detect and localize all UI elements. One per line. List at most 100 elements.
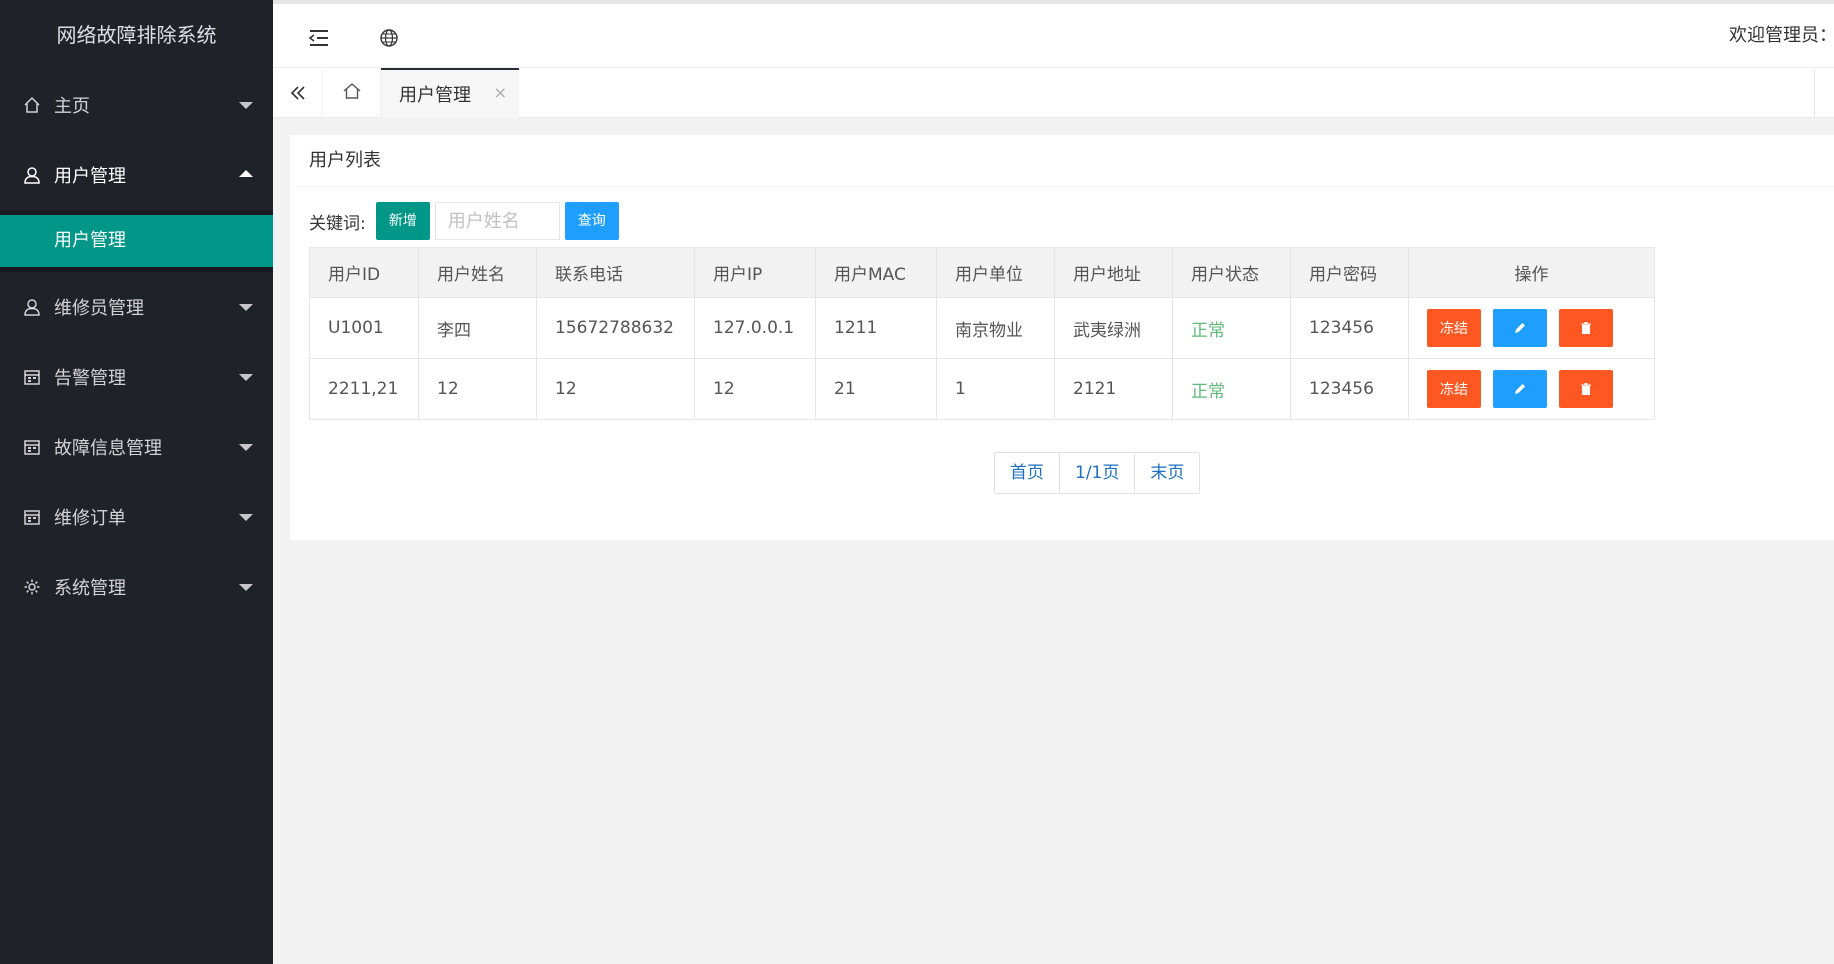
chevron-down-icon [239, 514, 253, 521]
cell-address: 2121 [1054, 358, 1173, 420]
tab-home[interactable] [323, 68, 381, 118]
delete-button[interactable] [1559, 370, 1613, 408]
calendar-icon [22, 507, 42, 527]
cell-user-id: 2211,21 [309, 358, 419, 420]
sidebar-item-label: 维修员管理 [54, 298, 144, 319]
sidebar-item-users[interactable]: 用户管理 [0, 140, 273, 210]
cell-user-id: U1001 [309, 297, 419, 359]
sidebar-item-alarms[interactable]: 告警管理 [0, 342, 273, 412]
trash-icon [1581, 383, 1591, 395]
column-header: 用户MAC [815, 247, 937, 298]
trash-icon [1581, 322, 1591, 334]
column-header: 操作 [1408, 247, 1655, 298]
table-header-row: 用户ID 用户姓名 联系电话 用户IP 用户MAC 用户单位 用户地址 用户状态… [309, 247, 1655, 298]
cell-ip: 12 [694, 358, 816, 420]
pagination: 首页 1/1页 末页 [994, 452, 1201, 494]
cell-status: 正常 [1172, 358, 1291, 420]
column-header: 用户IP [694, 247, 816, 298]
chevron-down-icon [239, 102, 253, 109]
user-list-card: 用户列表 关键词: 新增 查询 用户ID 用户姓名 联系电话 用户IP 用户MA… [290, 135, 1834, 540]
sidebar-item-fault-info[interactable]: 故障信息管理 [0, 412, 273, 482]
sidebar-item-system[interactable]: 系统管理 [0, 552, 273, 622]
cell-user-name: 12 [418, 358, 537, 420]
cell-phone: 12 [536, 358, 695, 420]
cell-unit: 南京物业 [936, 297, 1055, 359]
chevron-down-icon [239, 584, 253, 591]
sidebar-item-repairmen[interactable]: 维修员管理 [0, 272, 273, 342]
column-header: 用户状态 [1172, 247, 1291, 298]
app-title: 网络故障排除系统 [56, 23, 217, 47]
search-toolbar: 关键词: 新增 查询 [309, 202, 619, 240]
sidebar-subnav-users: 用户管理 [0, 210, 273, 272]
cell-status: 正常 [1172, 297, 1291, 359]
chevron-down-icon [239, 374, 253, 381]
edit-button[interactable] [1493, 370, 1547, 408]
pager-first[interactable]: 首页 [995, 453, 1060, 493]
column-header: 用户单位 [936, 247, 1055, 298]
cell-mac: 21 [815, 358, 937, 420]
column-header: 用户地址 [1054, 247, 1173, 298]
column-header: 用户ID [309, 247, 419, 298]
chevron-down-icon [239, 304, 253, 311]
query-button[interactable]: 查询 [564, 202, 619, 240]
freeze-button[interactable]: 冻结 [1427, 309, 1481, 347]
sidebar-item-label: 主页 [54, 96, 90, 117]
top-header: 欢迎管理员：超 [273, 0, 1834, 68]
table-row: 2211,21 12 12 12 21 1 2121 正常 123456 冻结 [309, 358, 1655, 420]
sidebar-subitem-user-management[interactable]: 用户管理 [0, 215, 273, 267]
cell-actions: 冻结 [1408, 297, 1655, 359]
tab-scroll-left-icon[interactable] [273, 68, 323, 118]
pager-last[interactable]: 末页 [1135, 453, 1199, 493]
gear-icon [22, 577, 42, 597]
column-header: 用户密码 [1290, 247, 1409, 298]
tab-scroll-right[interactable] [1814, 68, 1834, 118]
sidebar-item-label: 告警管理 [54, 368, 126, 389]
tabs-bar: 用户管理 × [273, 68, 1834, 118]
pencil-icon [1515, 384, 1525, 394]
home-icon [342, 82, 362, 104]
content-background [273, 558, 1834, 964]
cell-user-name: 李四 [418, 297, 537, 359]
edit-button[interactable] [1493, 309, 1547, 347]
user-table: 用户ID 用户姓名 联系电话 用户IP 用户MAC 用户单位 用户地址 用户状态… [309, 247, 1655, 420]
calendar-icon [22, 367, 42, 387]
cell-mac: 1211 [815, 297, 937, 359]
chevron-up-icon [239, 170, 253, 177]
search-input[interactable] [434, 202, 560, 240]
sidebar-item-label: 故障信息管理 [54, 438, 162, 459]
calendar-icon [22, 437, 42, 457]
freeze-button[interactable]: 冻结 [1427, 370, 1481, 408]
cell-password: 123456 [1290, 297, 1409, 359]
home-icon [22, 95, 42, 115]
cell-phone: 15672788632 [536, 297, 695, 359]
cell-ip: 127.0.0.1 [694, 297, 816, 359]
pencil-icon [1515, 323, 1525, 333]
column-header: 用户姓名 [418, 247, 537, 298]
card-title: 用户列表 [290, 135, 1834, 187]
delete-button[interactable] [1559, 309, 1613, 347]
welcome-text: 欢迎管理员：超 [1729, 25, 1834, 46]
user-icon [22, 165, 42, 185]
cell-password: 123456 [1290, 358, 1409, 420]
globe-icon[interactable] [375, 24, 403, 52]
sidebar-item-home[interactable]: 主页 [0, 70, 273, 140]
chevron-down-icon [239, 444, 253, 451]
cell-actions: 冻结 [1408, 358, 1655, 420]
sidebar-item-label: 用户管理 [54, 166, 126, 187]
cell-unit: 1 [936, 358, 1055, 420]
close-icon[interactable]: × [494, 83, 507, 102]
pager-current: 1/1页 [1060, 453, 1136, 493]
add-button[interactable]: 新增 [375, 202, 430, 240]
user-icon [22, 297, 42, 317]
column-header: 联系电话 [536, 247, 695, 298]
tab-label: 用户管理 [399, 85, 471, 106]
cell-address: 武夷绿洲 [1054, 297, 1173, 359]
sidebar-item-label: 系统管理 [54, 578, 126, 599]
tab-user-management[interactable]: 用户管理 × [381, 68, 519, 118]
table-row: U1001 李四 15672788632 127.0.0.1 1211 南京物业… [309, 297, 1655, 359]
sidebar: 网络故障排除系统 主页 用户管理 用户管理 维修员管理 告警管理 故障信息管理 … [0, 0, 273, 964]
keyword-label: 关键词: [309, 213, 366, 234]
sidebar-item-label: 维修订单 [54, 508, 126, 529]
sidebar-item-repair-orders[interactable]: 维修订单 [0, 482, 273, 552]
menu-collapse-icon[interactable] [305, 24, 333, 52]
